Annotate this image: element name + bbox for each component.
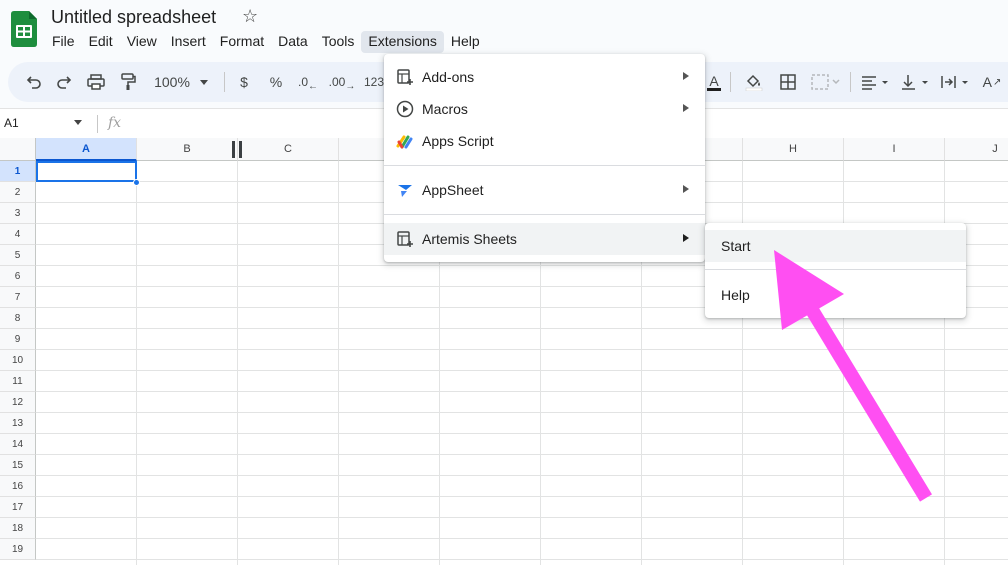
appsheet-icon	[398, 185, 412, 197]
column-header-b[interactable]: B	[137, 138, 238, 161]
row-header-11[interactable]: 11	[0, 371, 36, 392]
more-formats-button[interactable]: 123	[362, 62, 386, 102]
menu-file[interactable]: File	[45, 31, 82, 53]
increase-decimal-button[interactable]: .00 →	[328, 62, 356, 102]
menu-data[interactable]: Data	[271, 31, 315, 53]
name-box[interactable]: A1	[4, 116, 19, 130]
row-header-3[interactable]: 3	[0, 203, 36, 224]
menu-item-label: Macros	[422, 101, 468, 117]
menu-item-label: Start	[721, 238, 751, 254]
column-header-i[interactable]: I	[844, 138, 945, 161]
row-header-8[interactable]: 8	[0, 308, 36, 329]
menu-item-label: AppSheet	[422, 182, 484, 198]
decrease-decimal-label: .0	[297, 75, 308, 89]
menu-item-label: Apps Script	[422, 133, 494, 149]
menu-tools[interactable]: Tools	[315, 31, 362, 53]
macros-icon	[396, 100, 414, 118]
row-header-1[interactable]: 1	[0, 161, 36, 182]
paint-format-icon[interactable]	[116, 62, 140, 102]
menu-help[interactable]: Help	[444, 31, 487, 53]
menu-extensions[interactable]: Extensions	[361, 31, 444, 53]
menu-item-apps-script[interactable]: Apps Script	[384, 125, 705, 157]
print-icon[interactable]	[84, 62, 108, 102]
menu-item-artemis-sheets[interactable]: Artemis Sheets	[384, 223, 705, 255]
menu-edit[interactable]: Edit	[82, 31, 120, 53]
menu-item-start[interactable]: Start	[705, 230, 966, 262]
fill-color-icon[interactable]	[742, 62, 766, 102]
vertical-align-icon[interactable]	[898, 62, 934, 102]
submenu-arrow-icon	[683, 185, 689, 193]
row-header-6[interactable]: 6	[0, 266, 36, 287]
row-header-18[interactable]: 18	[0, 518, 36, 539]
menu-format[interactable]: Format	[213, 31, 271, 53]
row-header-9[interactable]: 9	[0, 329, 36, 350]
horizontal-align-icon[interactable]	[858, 62, 894, 102]
menu-item-macros[interactable]: Macros	[384, 93, 705, 125]
menu-item-label: Artemis Sheets	[422, 231, 517, 247]
zoom-value: 100%	[154, 74, 190, 90]
row-header-19[interactable]: 19	[0, 539, 36, 560]
submenu-arrow-icon	[683, 104, 689, 112]
menu-view[interactable]: View	[120, 31, 164, 53]
document-title[interactable]: Untitled spreadsheet	[51, 7, 216, 28]
submenu-arrow-icon	[683, 234, 689, 242]
percent-format-button[interactable]: %	[266, 62, 286, 102]
row-header-5[interactable]: 5	[0, 245, 36, 266]
apps-script-icon	[396, 135, 413, 149]
menu-item-label: Help	[721, 287, 750, 303]
chevron-down-icon[interactable]	[74, 120, 82, 125]
row-header-15[interactable]: 15	[0, 455, 36, 476]
select-all-corner[interactable]	[0, 138, 36, 161]
row-header-2[interactable]: 2	[0, 182, 36, 203]
undo-icon[interactable]	[22, 62, 46, 102]
column-header-c[interactable]: C	[238, 138, 339, 161]
row-header-4[interactable]: 4	[0, 224, 36, 245]
merge-cells-icon[interactable]	[808, 62, 844, 102]
artemis-sheets-submenu: Start Help	[705, 223, 966, 318]
column-header-a[interactable]: A	[36, 138, 137, 161]
menu-item-appsheet[interactable]: AppSheet	[384, 174, 705, 206]
menu-item-help[interactable]: Help	[705, 279, 966, 311]
selected-cell[interactable]	[36, 161, 137, 182]
row-header-10[interactable]: 10	[0, 350, 36, 371]
text-color-icon: A	[707, 72, 721, 91]
addons-icon	[397, 231, 413, 247]
extensions-menu: Add-ons Macros Apps Script AppSheet Arte…	[384, 54, 705, 262]
zoom-select[interactable]: 100%	[150, 62, 212, 102]
fill-handle[interactable]	[133, 179, 140, 186]
menu-bar: File Edit View Insert Format Data Tools Extensi…	[45, 31, 487, 53]
fx-icon: fx	[108, 115, 122, 131]
redo-icon[interactable]	[52, 62, 76, 102]
row-header-12[interactable]: 12	[0, 392, 36, 413]
submenu-arrow-icon	[683, 72, 689, 80]
decrease-decimal-button[interactable]: .0 ←	[296, 62, 320, 102]
row-header-16[interactable]: 16	[0, 476, 36, 497]
menu-item-add-ons[interactable]: Add-ons	[384, 61, 705, 93]
row-header-14[interactable]: 14	[0, 434, 36, 455]
chevron-down-icon	[199, 79, 208, 85]
column-header-j[interactable]: J	[945, 138, 1008, 161]
text-color-button[interactable]: A	[702, 62, 726, 102]
currency-format-button[interactable]: $	[234, 62, 254, 102]
increase-decimal-label: .00	[328, 75, 346, 89]
sheets-window: Untitled spreadsheet ☆ File Edit View Inser…	[0, 0, 1008, 565]
row-header-7[interactable]: 7	[0, 287, 36, 308]
star-icon[interactable]: ☆	[242, 6, 258, 27]
row-header-17[interactable]: 17	[0, 497, 36, 518]
menu-insert[interactable]: Insert	[164, 31, 213, 53]
borders-icon[interactable]	[776, 62, 800, 102]
column-header-h[interactable]: H	[743, 138, 844, 161]
menu-item-label: Add-ons	[422, 69, 475, 85]
text-wrap-icon[interactable]	[938, 62, 974, 102]
addons-icon	[397, 69, 413, 85]
text-rotation-icon[interactable]: A ↗	[980, 62, 1004, 102]
column-resize-handle[interactable]	[232, 141, 242, 158]
sheets-logo-icon[interactable]	[11, 11, 37, 47]
row-header-13[interactable]: 13	[0, 413, 36, 434]
